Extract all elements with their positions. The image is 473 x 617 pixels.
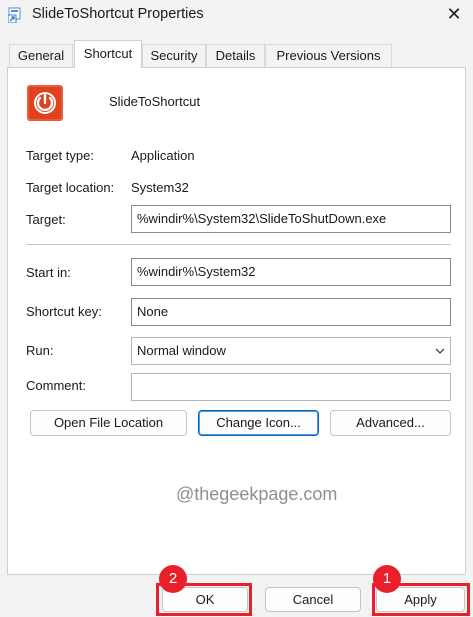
cancel-button[interactable]: Cancel: [265, 587, 361, 612]
comment-label: Comment:: [26, 378, 86, 393]
target-location-label: Target location:: [26, 180, 115, 195]
shortcut-key-label: Shortcut key:: [26, 304, 102, 319]
close-icon[interactable]: ✕: [441, 2, 467, 26]
target-location-value: System32: [131, 180, 189, 195]
comment-field[interactable]: [131, 373, 451, 401]
tab-previous-versions[interactable]: Previous Versions: [265, 44, 392, 67]
divider: [26, 244, 451, 245]
run-label: Run:: [26, 343, 54, 358]
shortcut-app-icon: [7, 7, 24, 24]
run-select[interactable]: Normal window: [131, 337, 451, 365]
target-type-value: Application: [131, 148, 195, 163]
tab-details[interactable]: Details: [206, 44, 265, 67]
chevron-down-icon[interactable]: [434, 345, 446, 357]
start-in-label: Start in:: [26, 265, 71, 280]
tab-shortcut[interactable]: Shortcut: [74, 40, 142, 68]
advanced-button[interactable]: Advanced...: [330, 410, 451, 436]
shortcut-name: SlideToShortcut: [109, 94, 201, 109]
change-icon-button[interactable]: Change Icon...: [198, 410, 319, 436]
window-title: SlideToShortcut Properties: [32, 6, 204, 22]
target-label: Target:: [26, 212, 66, 227]
apply-step-badge: 1: [373, 565, 401, 593]
start-in-field[interactable]: %windir%\System32: [131, 258, 451, 286]
target-field[interactable]: %windir%\System32\SlideToShutDown.exe: [131, 205, 451, 233]
tab-general[interactable]: General: [9, 44, 73, 67]
ok-step-badge: 2: [159, 565, 187, 593]
tab-security[interactable]: Security: [142, 44, 206, 67]
watermark: @thegeekpage.com: [176, 484, 338, 504]
power-icon: [27, 85, 63, 121]
open-file-location-button[interactable]: Open File Location: [30, 410, 187, 436]
run-selected-value: Normal window: [137, 343, 226, 358]
shortcut-key-field[interactable]: None: [131, 298, 451, 326]
target-type-label: Target type:: [26, 148, 94, 163]
